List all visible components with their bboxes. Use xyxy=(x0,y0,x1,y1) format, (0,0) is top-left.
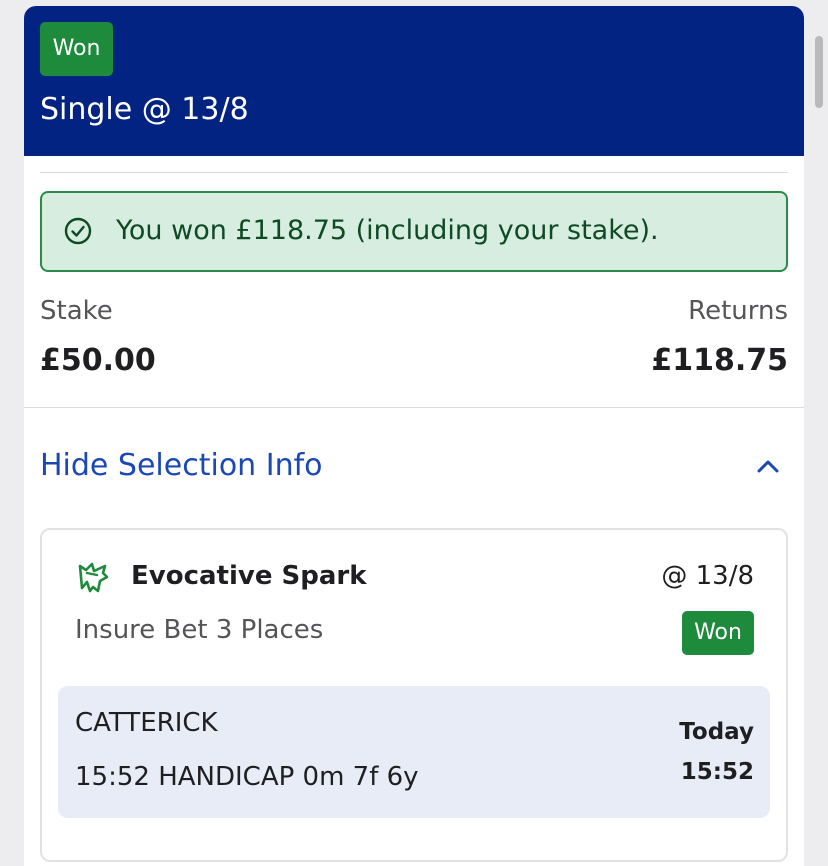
event-info: CATTERICK 15:52 HANDICAP 0m 7f 6y Today … xyxy=(58,686,770,818)
chevron-up-icon[interactable] xyxy=(756,458,780,474)
bet-header: Won Single @ 13/8 xyxy=(24,6,804,156)
returns-value: £118.75 xyxy=(651,343,788,378)
hide-selection-info-label: Hide Selection Info xyxy=(40,448,323,483)
race-time: 15:52 xyxy=(680,759,754,785)
selection-won-badge: Won xyxy=(682,611,754,655)
selection-card: Evocative Spark @ 13/8 Insure Bet 3 Plac… xyxy=(40,528,788,862)
bet-title: Single @ 13/8 xyxy=(40,92,249,127)
stake-label: Stake xyxy=(40,296,113,326)
divider xyxy=(40,172,788,173)
market-name: Insure Bet 3 Places xyxy=(75,615,324,645)
stake-value: £50.00 xyxy=(40,343,156,378)
runner-name: Evocative Spark xyxy=(131,561,367,591)
hide-selection-info-toggle[interactable]: Hide Selection Info xyxy=(24,426,804,512)
won-status-badge: Won xyxy=(40,22,113,76)
win-message-text: You won £118.75 (including your stake). xyxy=(116,215,659,246)
win-message-banner: You won £118.75 (including your stake). xyxy=(40,191,788,272)
selection-odds: @ 13/8 xyxy=(661,561,754,591)
horse-icon xyxy=(78,562,109,593)
race-name: 15:52 HANDICAP 0m 7f 6y xyxy=(75,762,419,792)
scrollbar[interactable] xyxy=(804,0,828,843)
bet-card: Won Single @ 13/8 You won £118.75 (inclu… xyxy=(24,6,804,866)
divider xyxy=(24,407,804,408)
check-circle-icon xyxy=(64,217,92,245)
scrollbar-thumb[interactable] xyxy=(815,36,823,108)
returns-label: Returns xyxy=(688,296,788,326)
race-day: Today xyxy=(679,719,754,745)
course-name: CATTERICK xyxy=(75,708,218,738)
